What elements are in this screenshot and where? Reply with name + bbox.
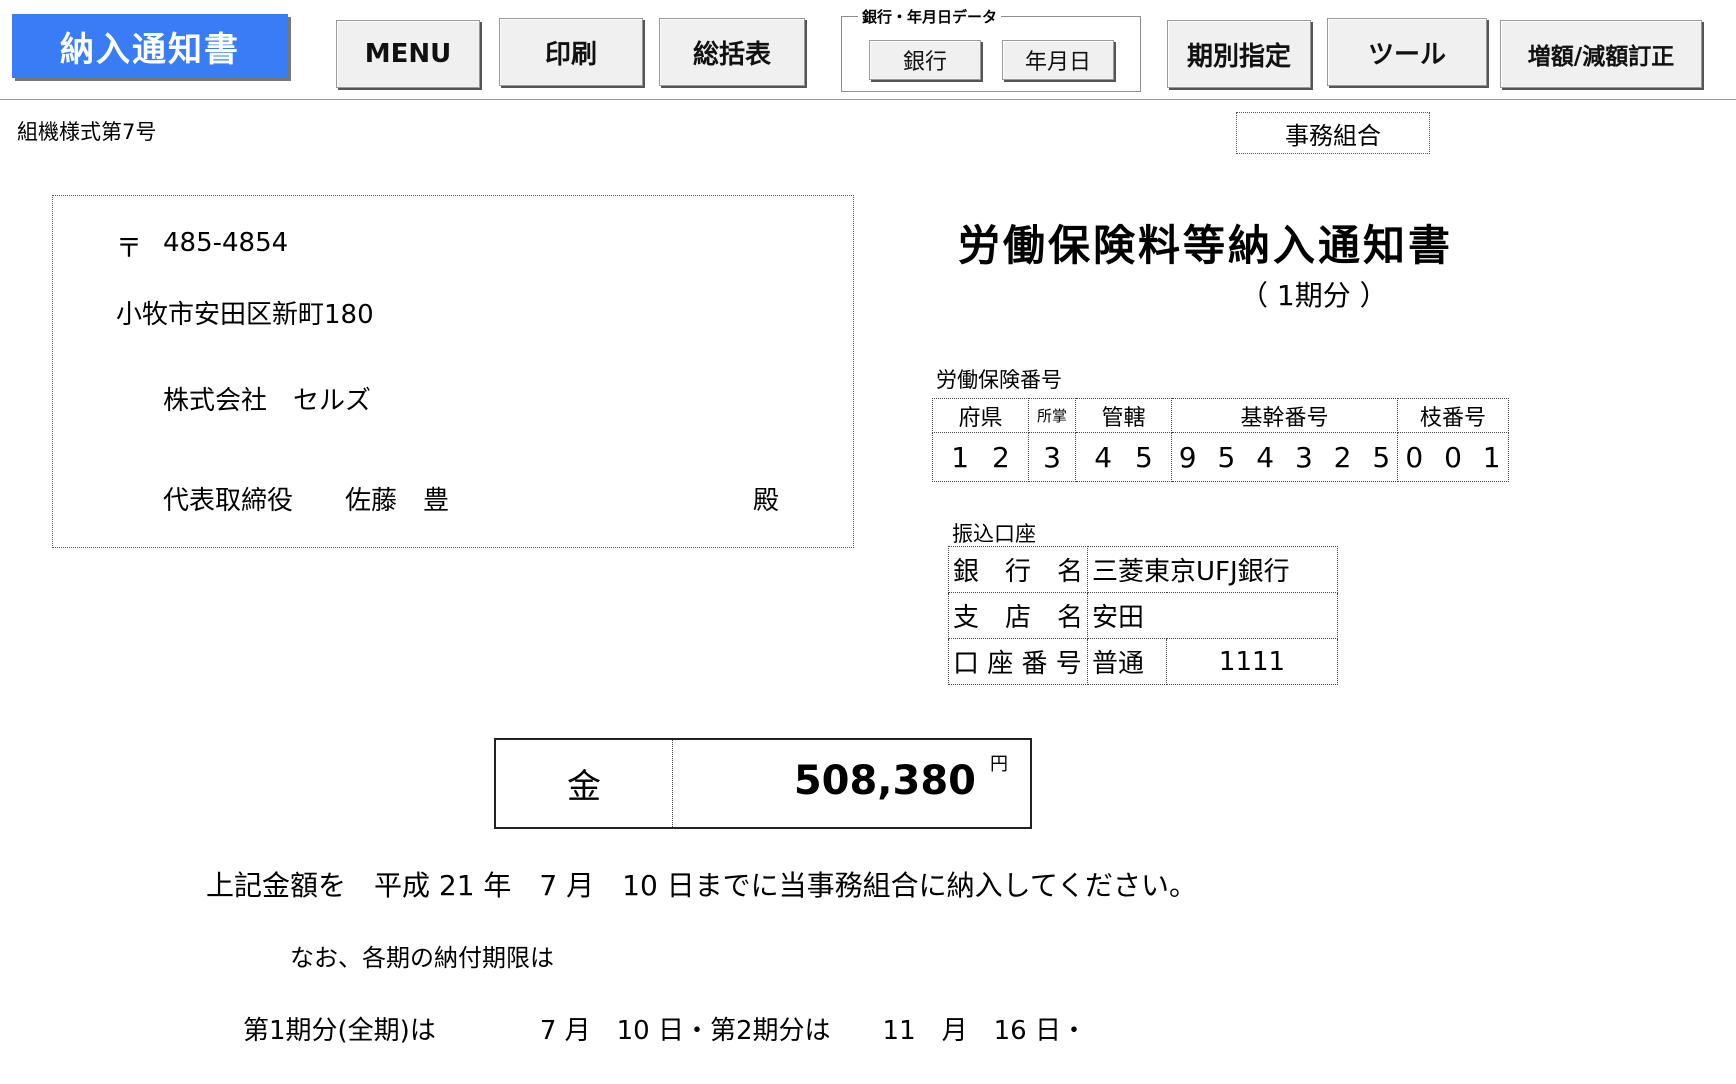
branch-name-label: 支 店 名	[947, 592, 1089, 639]
header-base-number: 基幹番号	[1171, 398, 1398, 433]
value-jurisdiction: 3	[1028, 432, 1076, 482]
value-branch-number: 0 0 1	[1397, 432, 1509, 482]
amount-label: 金	[496, 740, 673, 827]
tools-button[interactable]: ツール	[1327, 18, 1487, 86]
bank-name-value: 三菱東京UFJ銀行	[1087, 546, 1339, 593]
value-prefecture: 1 2	[932, 432, 1029, 482]
office-label: 事務組合	[1236, 112, 1430, 154]
bank-name-label: 銀 行 名	[947, 546, 1089, 593]
account-number-label: 口 座 番 号	[947, 638, 1089, 685]
postal-mark: 〒	[116, 234, 143, 264]
amount-box: 金 508,380 円	[494, 738, 1032, 829]
bank-button[interactable]: 銀行	[869, 40, 981, 80]
menu-button[interactable]: MENU	[336, 20, 480, 88]
bank-account-table: 銀 行 名 三菱東京UFJ銀行 支 店 名 安田 口 座 番 号 普通 1111	[947, 546, 1339, 685]
due-date-sentence: 上記金額を 平成 21 年 7 月 10 日までに当事務組合に納入してください。	[206, 869, 1197, 902]
insurance-number-table: 府県 所掌 管轄 基幹番号 枝番号 1 2 3 4 5 9 5 4 3 2 5 …	[932, 398, 1509, 482]
branch-name-value: 安田	[1087, 592, 1339, 639]
amount-value: 508,380	[793, 758, 976, 804]
period-label: （ 1期分 ）	[1240, 279, 1388, 312]
honorific: 殿	[753, 486, 780, 516]
date-button[interactable]: 年月日	[1002, 40, 1114, 80]
header-jurisdiction: 所掌	[1028, 398, 1076, 433]
postal-code: 485-4854	[163, 228, 289, 258]
period-select-button[interactable]: 期別指定	[1167, 20, 1311, 88]
header-office: 管轄	[1075, 398, 1172, 433]
toolbar-divider	[0, 99, 1736, 100]
address-box: 〒 485-4854 小牧市安田区新町180 株式会社 セルズ 代表取締役 佐藤…	[52, 195, 854, 548]
print-button[interactable]: 印刷	[499, 18, 643, 86]
header-branch-number: 枝番号	[1397, 398, 1509, 433]
amount-unit: 円	[990, 754, 1008, 775]
app-title-button[interactable]: 納入通知書	[12, 14, 288, 78]
bank-date-group-label: 銀行・年月日データ	[858, 6, 1002, 27]
account-number-value: 1111	[1166, 638, 1339, 685]
summary-button[interactable]: 総括表	[659, 18, 805, 86]
address-line: 小牧市安田区新町180	[116, 300, 374, 330]
header-prefecture: 府県	[932, 398, 1029, 433]
document-title: 労働保険料等納入通知書	[958, 221, 1454, 270]
insurance-number-label: 労働保険番号	[936, 368, 1062, 392]
company-name: 株式会社 セルズ	[163, 386, 372, 416]
correction-button[interactable]: 増額/減額訂正	[1500, 20, 1702, 88]
representative-name: 代表取締役 佐藤 豊	[163, 486, 450, 516]
value-office: 4 5	[1075, 432, 1172, 482]
bank-account-label: 振込口座	[952, 522, 1036, 546]
form-number: 組機様式第7号	[17, 120, 157, 144]
value-base-number: 9 5 4 3 2 5	[1171, 432, 1398, 482]
period-deadlines: 第1期分(全期)は 7 月 10 日・第2期分は 11 月 16 日・	[243, 1016, 1087, 1046]
account-type-value: 普通	[1087, 638, 1168, 685]
period-deadline-note: なお、各期の納付期限は	[290, 944, 554, 972]
